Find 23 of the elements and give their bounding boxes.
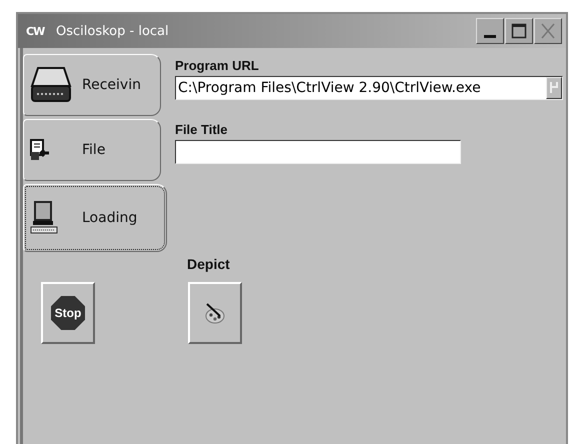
maximize-button[interactable] <box>505 18 533 44</box>
minimize-button[interactable] <box>476 18 504 44</box>
side-tab[interactable]: Loading <box>23 184 167 252</box>
minimize-icon <box>484 35 496 38</box>
palette-icon <box>204 302 226 324</box>
side-tab[interactable]: Receivin <box>23 54 161 116</box>
paint-button[interactable] <box>188 282 242 344</box>
maximize-icon <box>512 24 526 38</box>
side-tab[interactable]: File <box>23 119 161 181</box>
field-label: Program URL <box>175 58 260 75</box>
close-icon <box>541 23 555 39</box>
browse-icon <box>550 81 558 94</box>
document-arrow-icon <box>30 139 50 161</box>
field-label: File Title <box>175 122 228 139</box>
text-field[interactable] <box>175 140 461 164</box>
drive-icon <box>30 66 72 104</box>
text-field[interactable]: C:\Program Files\CtrlView 2.90\CtrlView.exe <box>175 76 563 100</box>
window-title: Osciloskop - local <box>56 24 169 38</box>
stop-button[interactable]: Stop <box>41 282 95 344</box>
browse-button[interactable] <box>546 77 562 99</box>
button-caption: Depict <box>187 256 231 274</box>
computer-icon <box>30 201 58 235</box>
close-button[interactable] <box>534 18 562 44</box>
